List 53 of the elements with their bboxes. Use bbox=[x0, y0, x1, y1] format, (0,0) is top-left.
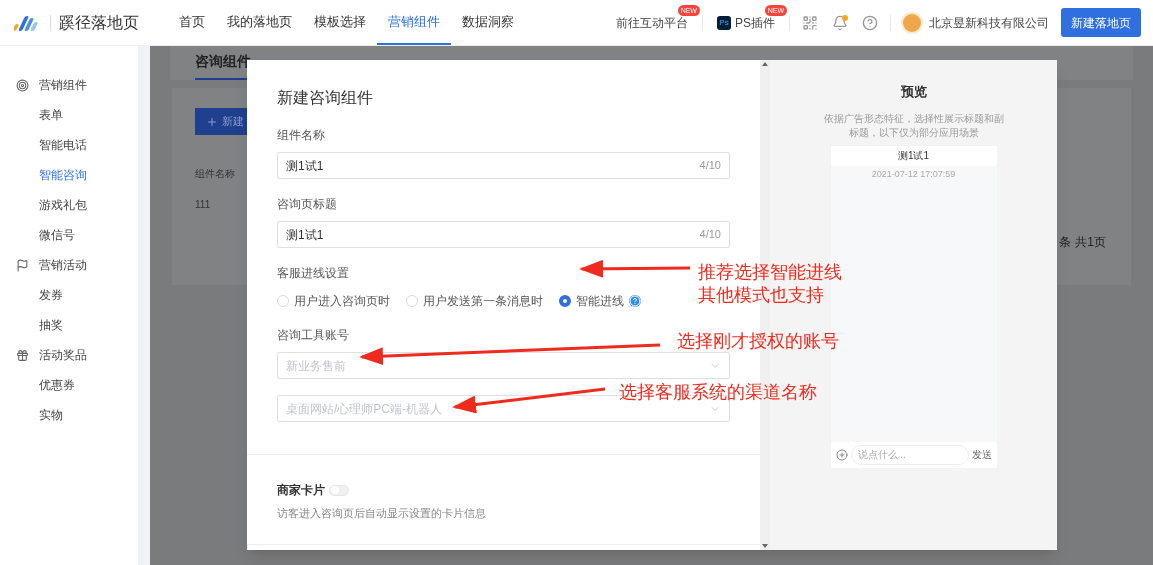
section-description: 访客进入咨询页后自动显示设置的卡片信息 bbox=[277, 506, 487, 521]
preview-title: 预览 bbox=[900, 83, 927, 101]
table-cell-text: 111 bbox=[195, 198, 211, 212]
preview-description: 依据广告形态特征，选择性展示标题和副标题，以下仅为部分应用场景 bbox=[823, 111, 1004, 140]
nav-tab[interactable]: 首页 bbox=[168, 0, 216, 45]
send-button[interactable]: 发送 bbox=[971, 447, 992, 462]
sidebar-item[interactable]: 智能咨询 bbox=[0, 160, 138, 190]
sidebar-group: 营销活动 bbox=[39, 256, 87, 274]
field-label: 组件名称 bbox=[277, 127, 325, 144]
header-link[interactable]: 前往互动平台 bbox=[616, 13, 688, 32]
new-landing-page-button[interactable]: 新建落地页 bbox=[1061, 8, 1141, 37]
section-title: 商家卡片 bbox=[277, 482, 325, 499]
app-name: 蹊径落地页 bbox=[59, 12, 139, 33]
chat-title: 测1试1 bbox=[897, 149, 930, 163]
radio-label: 用户发送第一条消息时 bbox=[423, 293, 543, 310]
pagination-text: 共1页 bbox=[1075, 234, 1106, 251]
radio-label: 用户进入咨询页时 bbox=[294, 293, 390, 310]
modal-title: 新建咨询组件 bbox=[277, 88, 374, 108]
annotation-text: 选择刚才授权的账号 bbox=[677, 330, 839, 353]
field-label: 客服进线设置 bbox=[277, 265, 349, 282]
chat-timestamp: 2021-07-12 17:07:59 bbox=[870, 167, 957, 181]
select-placeholder: 桌面网站/心理师PC端-机器人 bbox=[286, 400, 442, 418]
sidebar-item[interactable]: 抽奖 bbox=[0, 310, 138, 340]
nav-tab[interactable]: 我的落地页 bbox=[216, 0, 303, 45]
sidebar-item[interactable]: 智能电话 bbox=[0, 130, 138, 160]
sidebar-item[interactable]: 表单 bbox=[0, 100, 138, 130]
column-header: 组件名称 bbox=[195, 167, 235, 181]
field-value: 测1试1 bbox=[286, 157, 325, 175]
header-link[interactable]: PS插件 bbox=[735, 13, 775, 32]
input-field[interactable]: 测1试1 4/10 bbox=[277, 221, 730, 248]
sidebar-item[interactable]: 优惠券 bbox=[0, 370, 138, 400]
ps-logo-icon: Ps bbox=[717, 15, 731, 30]
field-label: 咨询页标题 bbox=[277, 196, 337, 213]
annotation-text: 其他模式也支持 bbox=[698, 284, 825, 307]
char-counter: 4/10 bbox=[699, 158, 721, 174]
field-value: 测1试1 bbox=[286, 226, 325, 244]
sidebar-group: 营销组件 bbox=[39, 76, 87, 94]
select-placeholder: 新业务售前 bbox=[286, 357, 346, 375]
sidebar-item[interactable]: 微信号 bbox=[0, 220, 138, 250]
nav-tab[interactable]: 模板选择 bbox=[303, 0, 377, 45]
chat-input-placeholder: 说点什么... bbox=[857, 448, 906, 462]
char-counter: 4/10 bbox=[699, 227, 721, 243]
annotation-text: 推荐选择智能进线 bbox=[698, 261, 842, 284]
sidebar-item[interactable]: 发券 bbox=[0, 280, 138, 310]
sidebar-group: 活动奖品 bbox=[39, 346, 87, 364]
field-label: 咨询工具账号 bbox=[277, 327, 349, 344]
company-name: 北京昱新科技有限公司 bbox=[929, 14, 1049, 32]
sidebar-item[interactable]: 实物 bbox=[0, 400, 138, 430]
input-field[interactable]: 测1试1 4/10 bbox=[277, 152, 730, 179]
pagination-text: 条 bbox=[1059, 234, 1072, 251]
radio-label: 智能进线 bbox=[576, 293, 624, 310]
nav-tab[interactable]: 数据洞察 bbox=[451, 0, 525, 45]
sidebar-item[interactable]: 游戏礼包 bbox=[0, 190, 138, 220]
